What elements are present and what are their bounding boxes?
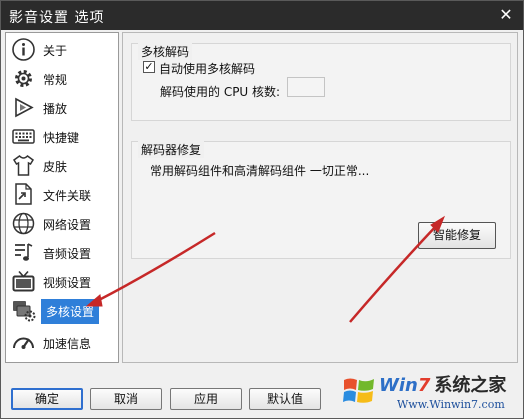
sidebar-item-label: 文件关联	[43, 189, 92, 203]
play-icon	[11, 95, 36, 120]
group-title: 多核解码	[138, 43, 193, 60]
settings-window: 影音设置 选项 ✕ 关于 常规 播放 快捷键 皮肤 文件关联 网络设置 音频设置…	[0, 0, 524, 419]
auto-multicore-checkbox[interactable]: ✓	[143, 61, 155, 73]
audio-icon	[11, 240, 36, 265]
decoder-status-text: 常用解码组件和高清解码组件 一切正常...	[150, 164, 370, 178]
auto-multicore-label[interactable]: 自动使用多核解码	[159, 60, 255, 77]
sidebar-item-hotkeys[interactable]: 快捷键	[8, 122, 114, 151]
sidebar-item-label: 加速信息	[43, 337, 92, 351]
sidebar-item-general[interactable]: 常规	[8, 64, 114, 93]
settings-panel: 多核解码 ✓ 自动使用多核解码 解码使用的 CPU 核数: 解码器修复 常用解码…	[122, 32, 518, 363]
multicore-decoding-group: 多核解码 ✓ 自动使用多核解码 解码使用的 CPU 核数:	[131, 43, 511, 121]
sidebar-item-audio[interactable]: 音频设置	[8, 238, 114, 267]
sidebar-item-playback[interactable]: 播放	[8, 93, 114, 122]
sidebar-item-label: 快捷键	[43, 131, 80, 145]
windows-logo-icon	[341, 373, 377, 409]
group-title: 解码器修复	[138, 141, 205, 158]
window-title: 影音设置 选项	[9, 10, 105, 26]
sidebar-item-about[interactable]: 关于	[8, 35, 114, 64]
default-button[interactable]: 默认值	[249, 388, 321, 410]
sidebar-item-label: 皮肤	[43, 160, 68, 174]
sidebar-item-skin[interactable]: 皮肤	[8, 151, 114, 180]
apply-button[interactable]: 应用	[170, 388, 242, 410]
sidebar-item-acceleration[interactable]: 加速信息	[8, 328, 114, 357]
title-bar[interactable]: 影音设置 选项 ✕	[1, 1, 523, 30]
sidebar-item-label: 常规	[43, 73, 68, 87]
sidebar: 关于 常规 播放 快捷键 皮肤 文件关联 网络设置 音频设置 视频设置 多核设置…	[5, 32, 119, 363]
gear-icon	[11, 66, 36, 91]
smart-repair-button[interactable]: 智能修复	[418, 222, 496, 249]
sidebar-item-label: 视频设置	[43, 276, 92, 290]
close-button[interactable]: ✕	[495, 5, 517, 25]
sidebar-item-label: 关于	[43, 44, 68, 58]
watermark: Win7 系统之家 Www.Winwin7.com	[335, 369, 521, 417]
info-icon	[11, 37, 36, 62]
shirt-icon	[11, 153, 36, 178]
sidebar-item-file-association[interactable]: 文件关联	[8, 180, 114, 209]
file-link-icon	[11, 182, 36, 207]
multicore-icon	[11, 298, 36, 323]
globe-icon	[11, 211, 36, 236]
sidebar-item-label: 音频设置	[43, 247, 92, 261]
decoder-repair-group: 解码器修复 常用解码组件和高清解码组件 一切正常... 智能修复	[131, 141, 511, 259]
cpu-cores-input[interactable]	[287, 77, 325, 97]
keyboard-icon	[11, 124, 36, 149]
sidebar-item-video[interactable]: 视频设置	[8, 267, 114, 296]
sidebar-item-multicore[interactable]: 多核设置	[8, 296, 114, 325]
watermark-brand: Win7 系统之家	[379, 375, 507, 396]
sidebar-item-label: 多核设置	[41, 299, 100, 324]
cpu-cores-label: 解码使用的 CPU 核数:	[160, 85, 281, 99]
sidebar-item-label: 网络设置	[43, 218, 92, 232]
ok-button[interactable]: 确定	[11, 388, 83, 410]
tv-icon	[11, 269, 36, 294]
watermark-url: Www.Winwin7.com	[397, 398, 505, 411]
speedometer-icon	[11, 330, 36, 355]
cancel-button[interactable]: 取消	[90, 388, 162, 410]
sidebar-item-label: 播放	[43, 102, 68, 116]
sidebar-item-network[interactable]: 网络设置	[8, 209, 114, 238]
